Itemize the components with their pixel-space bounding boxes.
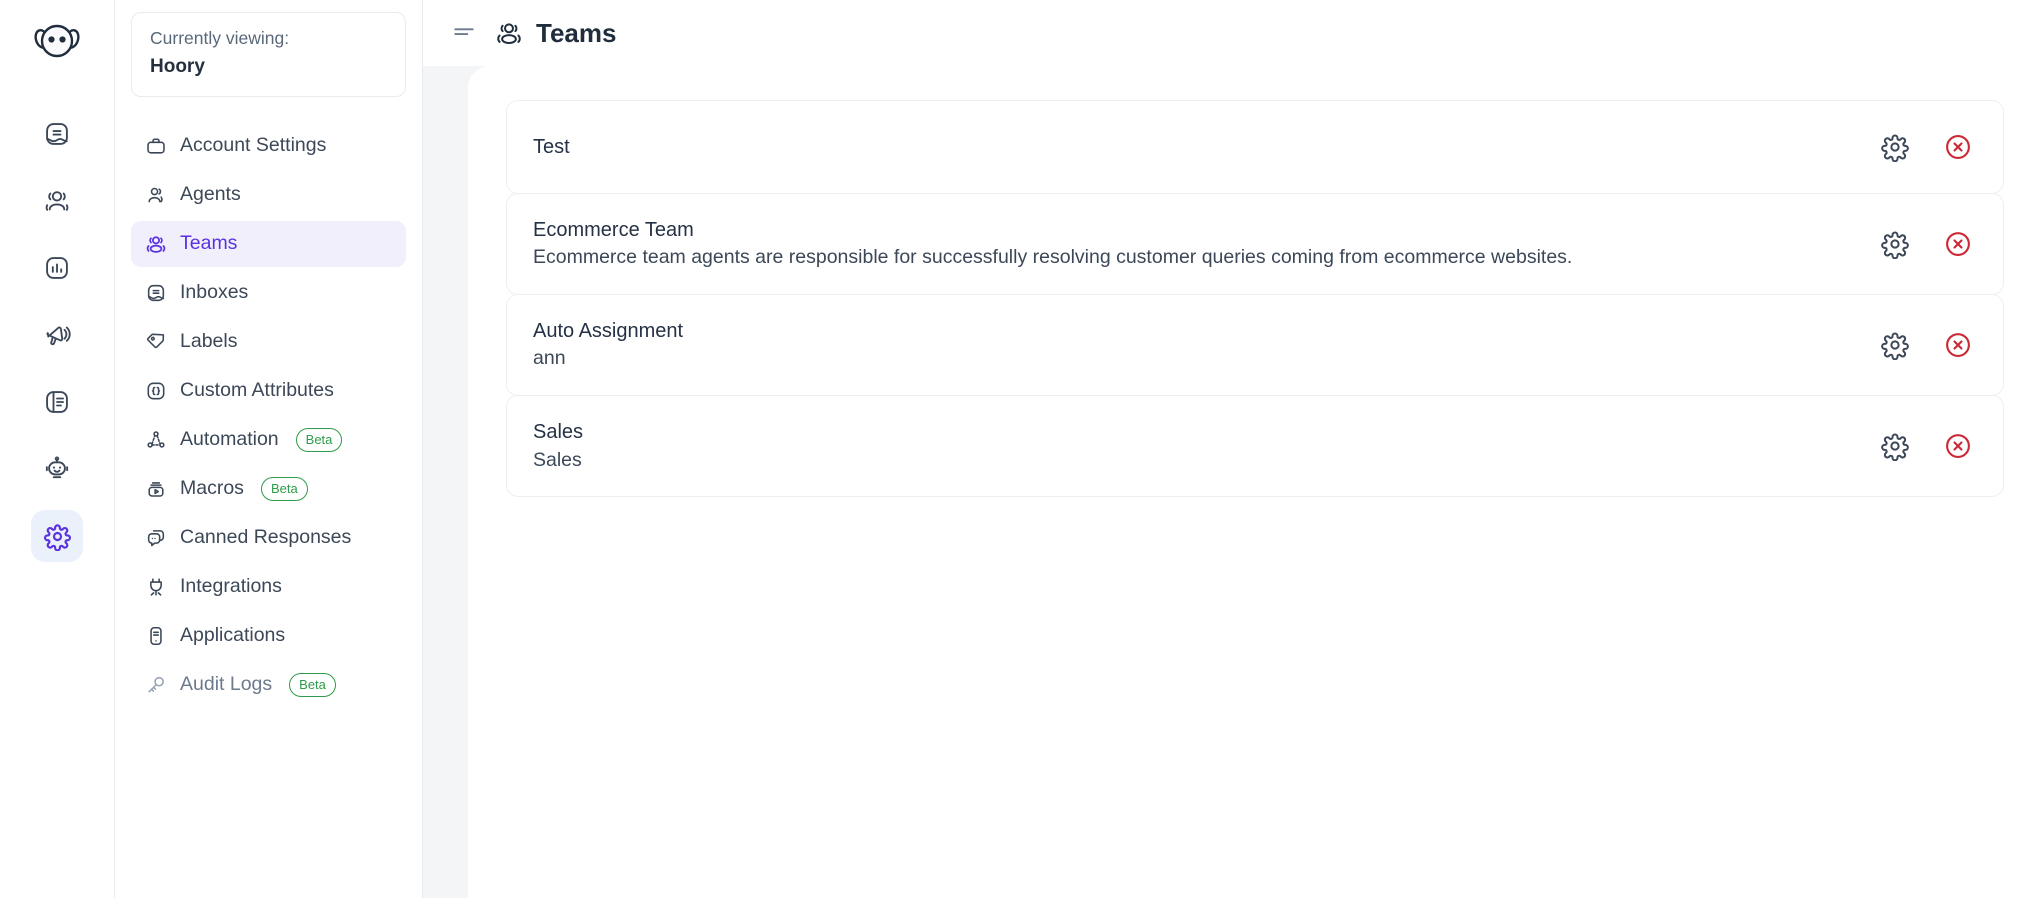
briefcase-icon (145, 135, 167, 157)
beta-badge: Beta (289, 672, 336, 697)
team-description: Ecommerce team agents are responsible fo… (533, 246, 1573, 269)
team-info: Auto Assignment ann (533, 317, 1880, 373)
sidebar-item-audit-logs[interactable]: Audit Logs Beta (131, 662, 406, 708)
document-icon (43, 388, 71, 416)
contacts-icon (43, 187, 71, 215)
rail-item-reports[interactable] (31, 242, 83, 294)
page-header: Teams (423, 0, 2044, 66)
settings-sidebar: Currently viewing: Hoory Account Setting… (115, 0, 423, 898)
rail-item-knowledge-base[interactable] (31, 376, 83, 428)
team-settings-button[interactable] (1880, 431, 1910, 462)
sidebar-item-inboxes[interactable]: Inboxes (131, 270, 406, 316)
sidebar-item-integrations[interactable]: Integrations (131, 564, 406, 610)
team-name: Test (533, 135, 570, 158)
row-actions (1880, 229, 1973, 260)
sidebar-item-custom-attributes[interactable]: Custom Attributes (131, 368, 406, 414)
inbox-icon (145, 282, 167, 304)
beta-badge: Beta (260, 476, 308, 501)
account-name: Hoory (150, 56, 205, 78)
sidebar-item-labels[interactable]: Labels (131, 319, 406, 365)
sidebar-item-label: Teams (180, 232, 238, 255)
teams-list: Test Ecommerce Team Ecommerce team agent… (506, 100, 2004, 498)
sidebar-item-canned-responses[interactable]: Canned Responses (131, 515, 406, 561)
team-info: Sales Sales (533, 418, 1880, 474)
content-area: Test Ecommerce Team Ecommerce team agent… (423, 66, 2044, 898)
sidebar-item-label: Automation (180, 428, 279, 451)
rail-items (31, 108, 83, 562)
team-delete-button[interactable] (1943, 229, 1973, 259)
megaphone-icon (43, 321, 71, 349)
applications-icon (145, 625, 167, 647)
settings-menu: Account Settings Agents Teams Inboxes La… (131, 123, 406, 708)
team-info: Ecommerce Team Ecommerce team agents are… (533, 216, 1880, 272)
page-title: Teams (495, 18, 616, 49)
sidebar-item-label: Integrations (180, 575, 282, 598)
app-root: Currently viewing: Hoory Account Setting… (0, 0, 2044, 898)
sidebar-item-label: Inboxes (180, 281, 249, 304)
rail-item-contacts[interactable] (31, 175, 83, 227)
team-delete-button[interactable] (1943, 330, 1973, 360)
hoory-logo-icon[interactable] (28, 14, 86, 72)
sidebar-item-label: Agents (180, 183, 241, 206)
bar-chart-icon (43, 254, 71, 282)
agent-icon (145, 184, 167, 206)
table-row[interactable]: Sales Sales (506, 395, 2004, 498)
sidebar-item-label: Macros (180, 477, 244, 500)
chat-inbox-icon (43, 120, 71, 148)
sidebar-item-label: Audit Logs (180, 673, 273, 696)
key-icon (145, 674, 167, 696)
row-actions (1880, 132, 1973, 162)
sidebar-item-teams[interactable]: Teams (131, 220, 406, 267)
row-actions (1880, 431, 1973, 462)
primary-nav-rail (0, 0, 115, 898)
sidebar-item-label: Labels (180, 330, 238, 353)
team-name: Auto Assignment (533, 320, 684, 343)
team-description: ann (533, 347, 566, 370)
braces-icon (145, 380, 167, 402)
sidebar-item-account-settings[interactable]: Account Settings (131, 123, 406, 169)
sidebar-item-label: Custom Attributes (180, 379, 334, 402)
team-delete-button[interactable] (1943, 431, 1973, 461)
rail-item-conversations[interactable] (31, 108, 83, 160)
team-name: Ecommerce Team (533, 219, 694, 241)
main-content: Teams Test Ecommerce Team Ecommerce team… (423, 0, 2044, 898)
rail-item-campaigns[interactable] (31, 309, 83, 361)
sidebar-item-macros[interactable]: Macros Beta (131, 466, 406, 512)
sidebar-item-label: Applications (180, 624, 286, 647)
gear-icon (43, 522, 72, 551)
sidebar-item-applications[interactable]: Applications (131, 613, 406, 659)
team-settings-button[interactable] (1880, 132, 1910, 162)
plug-icon (145, 576, 167, 598)
table-row[interactable]: Auto Assignment ann (506, 294, 2004, 397)
teams-icon (495, 19, 523, 47)
team-settings-button[interactable] (1880, 229, 1910, 260)
sidebar-item-label: Canned Responses (180, 526, 352, 549)
row-actions (1880, 330, 1973, 361)
team-info: Test (533, 133, 1880, 161)
teams-panel: Test Ecommerce Team Ecommerce team agent… (468, 66, 2044, 898)
rail-item-settings[interactable] (31, 510, 83, 562)
hamburger-icon[interactable] (451, 20, 477, 46)
team-delete-button[interactable] (1943, 132, 1973, 162)
robot-icon (43, 455, 71, 483)
beta-badge: Beta (295, 427, 343, 452)
sidebar-item-agents[interactable]: Agents (131, 172, 406, 218)
teams-icon (145, 233, 167, 255)
automation-flow-icon (145, 429, 167, 451)
macro-icon (145, 478, 167, 500)
canned-response-icon (145, 527, 167, 549)
sidebar-item-label: Account Settings (180, 134, 327, 157)
table-row[interactable]: Ecommerce Team Ecommerce team agents are… (506, 193, 2004, 296)
label-tag-icon (145, 331, 167, 353)
team-description: Sales (533, 448, 582, 471)
rail-item-assistant[interactable] (31, 443, 83, 495)
table-row[interactable]: Test (506, 100, 2004, 194)
sidebar-item-automation[interactable]: Automation Beta (131, 417, 406, 463)
page-title-text: Teams (536, 17, 617, 48)
team-settings-button[interactable] (1880, 330, 1910, 361)
team-name: Sales (533, 421, 584, 444)
currently-viewing-label: Currently viewing: (150, 28, 290, 48)
currently-viewing-box: Currently viewing: Hoory (131, 12, 406, 97)
